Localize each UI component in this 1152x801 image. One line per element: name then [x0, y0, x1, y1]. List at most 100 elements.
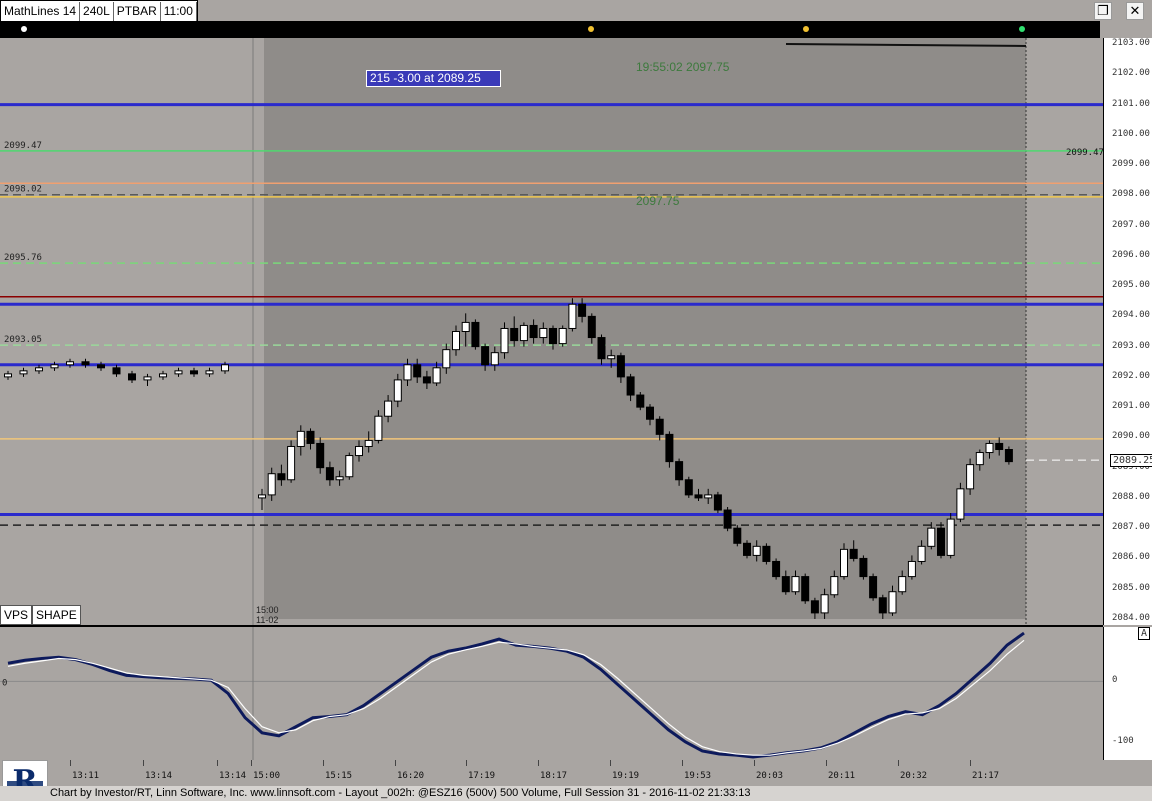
candle-body[interactable] — [471, 321, 480, 348]
candle-body[interactable] — [287, 445, 296, 481]
candle-body[interactable] — [66, 361, 74, 366]
candle-body[interactable] — [267, 473, 276, 496]
candle-body[interactable] — [704, 494, 713, 499]
candle-body[interactable] — [626, 376, 635, 396]
candle-body[interactable] — [539, 327, 548, 339]
candle-body[interactable] — [1004, 449, 1013, 463]
candle-body[interactable] — [50, 364, 59, 369]
candle-body[interactable] — [743, 542, 751, 556]
candle-body[interactable] — [143, 376, 152, 381]
candle-body[interactable] — [578, 303, 587, 317]
candle-body[interactable] — [723, 509, 732, 529]
candle-body[interactable] — [781, 576, 790, 593]
candle-body[interactable] — [112, 367, 121, 375]
candle-body[interactable] — [946, 518, 955, 556]
candle-body[interactable] — [529, 324, 538, 339]
candle-body[interactable] — [694, 494, 703, 499]
price-chart[interactable]: 2099.47 2098.02 2095.76 2093.05 19:55:02 209… — [0, 38, 1103, 625]
candle-body[interactable] — [81, 361, 90, 366]
candle-body[interactable] — [403, 364, 412, 381]
candle-body[interactable] — [985, 442, 994, 454]
candle-body[interactable] — [306, 430, 315, 444]
title-period[interactable]: 240L — [80, 2, 114, 21]
candle-body[interactable] — [772, 560, 781, 578]
candle-body[interactable] — [345, 455, 354, 478]
candle-body[interactable] — [840, 548, 848, 578]
candle-body[interactable] — [713, 494, 722, 511]
candle-body[interactable] — [221, 364, 229, 372]
candle-body[interactable] — [258, 494, 266, 499]
candle-body[interactable] — [995, 442, 1004, 451]
candle-body[interactable] — [393, 379, 402, 402]
title-symbol[interactable]: MathLines 14 — [1, 2, 81, 21]
candle-body[interactable] — [646, 406, 654, 420]
candle-body[interactable] — [316, 442, 325, 469]
shape-button[interactable]: SHAPE — [32, 605, 81, 625]
candle-body[interactable] — [907, 560, 916, 578]
candle-body[interactable] — [810, 600, 819, 614]
macd-axis[interactable]: A 0 -100 — [1103, 627, 1152, 760]
candle-body[interactable] — [801, 576, 810, 602]
candle-body[interactable] — [549, 327, 557, 345]
candle-body[interactable] — [205, 370, 214, 375]
candle-body[interactable] — [19, 370, 28, 375]
candle-body[interactable] — [159, 373, 167, 378]
candle-body[interactable] — [684, 479, 693, 496]
candle-body[interactable] — [510, 327, 519, 342]
candle-body[interactable] — [374, 415, 383, 441]
candle-body[interactable] — [655, 418, 664, 435]
candle-body[interactable] — [752, 545, 761, 556]
candle-body[interactable] — [335, 476, 344, 481]
candle-body[interactable] — [413, 364, 422, 378]
candle-body[interactable] — [956, 488, 965, 520]
candle-body[interactable] — [432, 367, 441, 384]
candle-body[interactable] — [190, 370, 198, 375]
candle-body[interactable] — [975, 452, 984, 466]
candle-body[interactable] — [607, 355, 616, 360]
candle-body[interactable] — [665, 433, 674, 463]
candle-body[interactable] — [597, 337, 606, 360]
candle-body[interactable] — [869, 576, 878, 599]
time-axis[interactable]: 13:11 13:14 13:14 15:00 15:15 16:20 17:19 18:17… — [0, 760, 1103, 786]
candle-body[interactable] — [277, 473, 286, 481]
candle-body[interactable] — [452, 331, 460, 351]
candle-body[interactable] — [500, 327, 509, 354]
candle-body[interactable] — [966, 464, 975, 490]
pane-marker[interactable]: A — [1138, 627, 1151, 640]
candle-body[interactable] — [174, 370, 183, 375]
title-bartype[interactable]: PTBAR — [114, 2, 161, 21]
candle-body[interactable] — [849, 548, 858, 559]
title-time[interactable]: 11:00 — [161, 2, 197, 21]
candle-body[interactable] — [568, 303, 577, 329]
candle-body[interactable] — [587, 315, 596, 339]
vps-button[interactable]: VPS — [0, 605, 33, 625]
candle-body[interactable] — [519, 324, 528, 342]
candle-body[interactable] — [927, 527, 936, 547]
candle-body[interactable] — [937, 527, 945, 556]
candle-body[interactable] — [830, 576, 839, 596]
candle-body[interactable] — [636, 394, 645, 408]
candle-body[interactable] — [442, 349, 451, 369]
candle-body[interactable] — [364, 439, 373, 447]
price-axis[interactable]: 2103.00 2102.00 2101.00 2100.00 2099.00 2098.… — [1103, 38, 1152, 625]
candle-body[interactable] — [878, 597, 887, 614]
candle-body[interactable] — [898, 576, 907, 593]
candle-body[interactable] — [35, 367, 43, 372]
candle-body[interactable] — [296, 430, 305, 447]
candle-body[interactable] — [355, 445, 363, 457]
candle-body[interactable] — [791, 576, 800, 593]
close-icon[interactable]: ✕ — [1126, 2, 1144, 20]
candle-body[interactable] — [762, 545, 771, 562]
candle-body[interactable] — [325, 467, 334, 481]
restore-icon[interactable]: ❐ — [1094, 2, 1112, 20]
candle-body[interactable] — [384, 400, 393, 417]
candle-body[interactable] — [461, 321, 470, 332]
candle-body[interactable] — [917, 545, 926, 562]
candle-body[interactable] — [481, 346, 490, 366]
candle-body[interactable] — [128, 373, 136, 381]
candle-body[interactable] — [490, 352, 499, 366]
candle-body[interactable] — [888, 591, 897, 614]
candle-body[interactable] — [859, 557, 868, 578]
macd-pane[interactable]: 0 — [0, 627, 1103, 760]
candle-body[interactable] — [558, 327, 567, 345]
